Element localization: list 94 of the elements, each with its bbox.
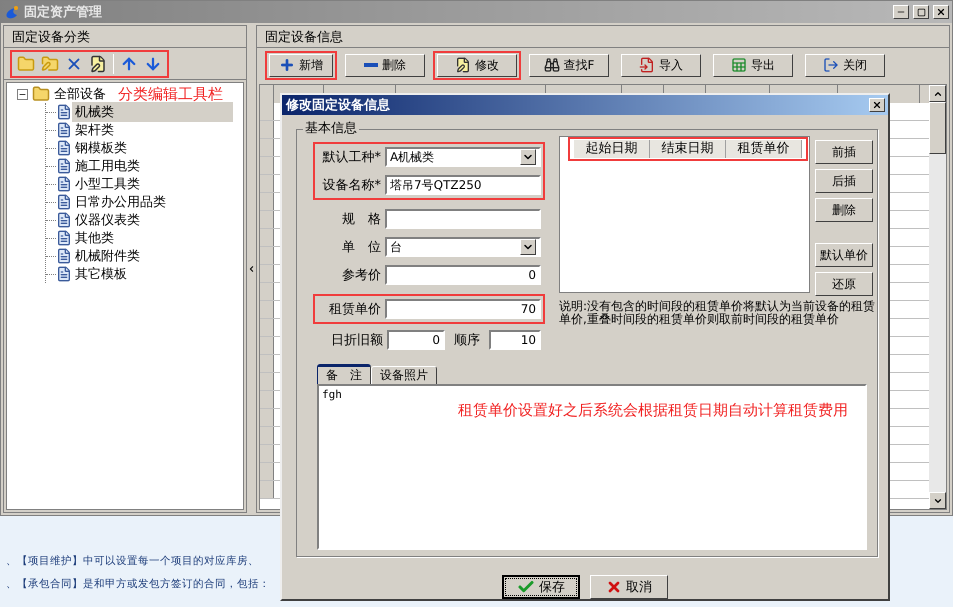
tree-item[interactable]: 小型工具类: [72, 174, 233, 194]
scroll-down-button[interactable]: [929, 492, 946, 509]
maximize-button[interactable]: [913, 5, 929, 19]
minus-icon: [364, 63, 378, 67]
side-button[interactable]: 后插: [815, 169, 873, 193]
maximize-icon: [916, 8, 926, 16]
tab[interactable]: 设备照片: [371, 366, 437, 384]
arrow-down-icon: [144, 54, 162, 72]
toolbar-button[interactable]: 导入: [621, 54, 701, 76]
field-label: 顺序: [453, 332, 481, 349]
memo-text: fgh: [322, 388, 342, 401]
annotation-text: 租赁单价设置好之后系统会根据租赁日期自动计算租赁费用: [458, 401, 848, 420]
scroll-thumb[interactable]: [929, 102, 946, 154]
document-icon: [56, 230, 72, 246]
tree-item[interactable]: 其他类: [72, 228, 233, 248]
field-label: 单 位: [341, 239, 381, 256]
input-field[interactable]: 0: [385, 265, 541, 285]
input-field[interactable]: [385, 209, 541, 229]
side-button[interactable]: 还原: [815, 272, 873, 296]
binoculars-icon: [544, 57, 560, 73]
tree-item[interactable]: 钢模板类: [72, 138, 233, 158]
folder-icon: [17, 54, 35, 72]
dropdown-field[interactable]: 台: [385, 237, 541, 257]
input-field[interactable]: 塔吊7号QTZ250: [385, 175, 541, 195]
document-icon: [56, 158, 72, 174]
panel-title: 固定设备分类: [4, 26, 246, 48]
close-button[interactable]: [869, 98, 885, 112]
minimize-button[interactable]: [893, 5, 909, 19]
input-field[interactable]: 10: [489, 330, 541, 350]
tree-item[interactable]: 架杆类: [72, 120, 233, 140]
spreadsheet-icon: [731, 57, 747, 73]
field-label: 日折旧额: [330, 332, 383, 349]
scrollbar[interactable]: [929, 85, 946, 509]
cancel-icon: [606, 579, 622, 595]
close-button[interactable]: [933, 5, 949, 19]
tab[interactable]: 备 注: [317, 364, 371, 384]
field-label: 参考价: [341, 267, 381, 284]
tree-item[interactable]: 其它模板: [72, 264, 233, 284]
toolbar-button[interactable]: 关闭: [805, 54, 885, 76]
plus-icon: [279, 57, 295, 73]
memo-field[interactable]: fgh 租赁单价设置好之后系统会根据租赁日期自动计算租赁费用: [317, 384, 867, 550]
side-button[interactable]: 前插: [815, 140, 873, 164]
field-label: 设备名称*: [322, 177, 381, 194]
import-icon: [639, 57, 655, 73]
column-header[interactable]: 起始日期: [574, 140, 650, 158]
tree-item[interactable]: 施工用电类: [72, 156, 233, 176]
document-icon: [56, 248, 72, 264]
column-header[interactable]: 结束日期: [650, 140, 726, 158]
tree-item[interactable]: 机械附件类: [72, 246, 233, 266]
field-label: 租赁单价: [328, 301, 381, 318]
column-header[interactable]: 租赁单价: [726, 140, 802, 158]
field-label: 规 格: [341, 211, 381, 228]
collapse-toggle[interactable]: [17, 88, 28, 100]
scroll-up-button[interactable]: [929, 85, 946, 102]
document-icon: [56, 266, 72, 282]
save-button[interactable]: 保存: [502, 575, 580, 599]
folder-edit-icon: [41, 54, 59, 72]
tree-item[interactable]: 全部设备: [54, 85, 106, 103]
help-text: 、【项目维护】中可以设置每一个项目的对应库房、: [6, 554, 259, 568]
document-icon: [56, 212, 72, 228]
panel-title: 固定设备信息: [257, 26, 949, 48]
toolbar-button[interactable]: 修改: [437, 54, 517, 76]
document-icon: [56, 122, 72, 138]
app-logo-icon: [4, 4, 20, 20]
toolbar-button[interactable]: 导出: [713, 54, 793, 76]
side-button[interactable]: 默认单价: [815, 243, 873, 267]
help-text: 、【承包合同】是和甲方或发包方签订的合同，包括：: [6, 577, 270, 591]
edit-document-icon: [89, 54, 107, 72]
toolbar-button[interactable]: 删除: [345, 54, 425, 76]
document-icon: [56, 176, 72, 192]
dropdown-field[interactable]: A机械类: [385, 147, 541, 167]
document-icon: [56, 140, 72, 156]
note-text: 说明:没有包含的时间段的租赁单价将默认为当前设备的租赁单价,重叠时间段的租赁单价则取前时间段的租赁单价: [559, 300, 876, 326]
folder-icon: [32, 85, 50, 103]
input-field[interactable]: 70: [385, 299, 541, 319]
window-title: 固定资产管理: [24, 4, 103, 21]
cancel-button[interactable]: 取消: [590, 575, 668, 599]
tree-item[interactable]: 日常办公用品类: [72, 192, 233, 212]
document-icon: [56, 104, 72, 120]
exit-icon: [823, 57, 839, 73]
close-icon: [872, 100, 882, 110]
annotation-text: 分类编辑工具栏: [118, 84, 223, 104]
edit-document-icon: [455, 57, 471, 73]
toolbar-button[interactable]: 查找F: [529, 54, 609, 76]
toolbar-button[interactable]: 新增: [269, 54, 333, 76]
input-field[interactable]: 0: [387, 330, 445, 350]
close-icon: [936, 7, 946, 17]
side-button[interactable]: 删除: [815, 198, 873, 222]
dialog-title: 修改固定设备信息: [286, 96, 391, 114]
tree-item[interactable]: 仪器仪表类: [72, 210, 233, 230]
tree-item[interactable]: 机械类: [72, 102, 233, 122]
document-icon: [56, 194, 72, 210]
group-title: 基本信息: [303, 121, 359, 137]
field-label: 默认工种*: [322, 149, 381, 166]
